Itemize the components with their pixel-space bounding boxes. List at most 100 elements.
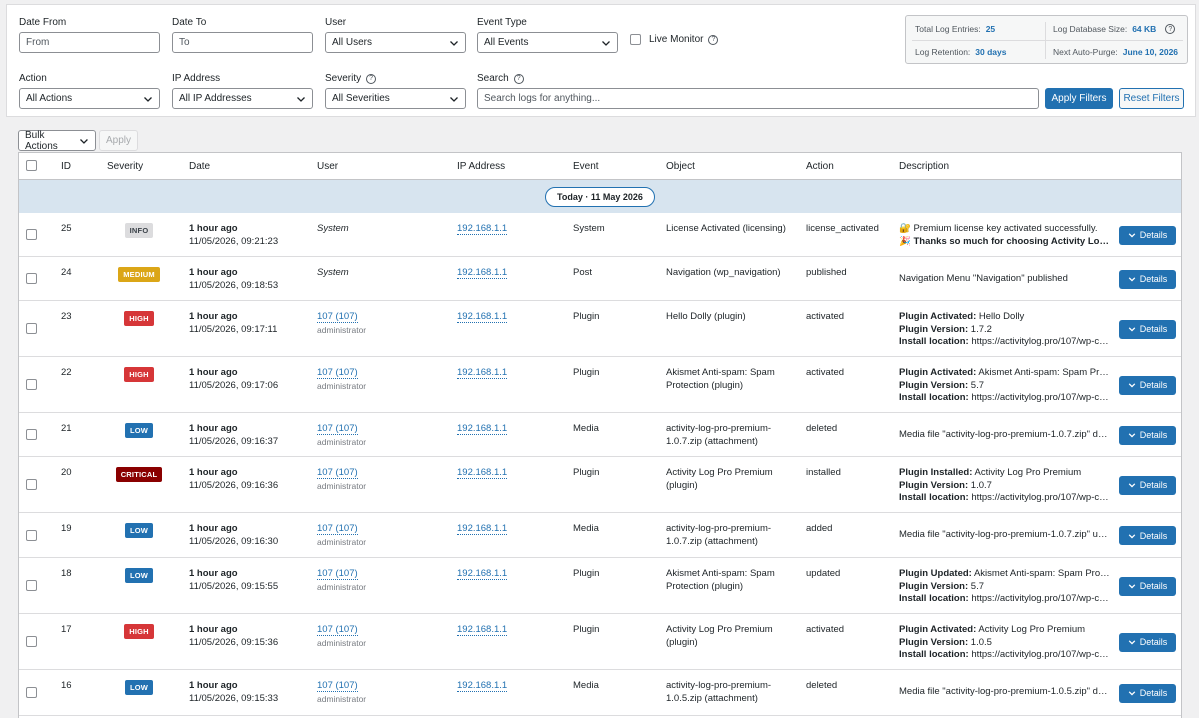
chevron-down-icon [450,96,458,102]
description-field-value: https://activitylog.pro/107/wp-content/p… [971,593,1111,604]
ip-link[interactable]: 192.168.1.1 [457,467,508,479]
description-field-label: Plugin Activated: [899,367,977,378]
ip-link[interactable]: 192.168.1.1 [457,568,508,580]
ip-address-select[interactable]: All IP Addresses [172,88,313,109]
severity-badge: LOW [124,523,154,538]
column-header-action[interactable]: Action [806,161,834,172]
event-type-label: Event Type [477,17,527,28]
action-cell: published [806,267,847,278]
chevron-down-icon [1128,533,1135,539]
ip-link[interactable]: 192.168.1.1 [457,367,508,379]
details-button[interactable]: Details [1119,319,1176,339]
column-header-event[interactable]: Event [573,161,599,172]
ip-link[interactable]: 192.168.1.1 [457,680,508,692]
column-header-object[interactable]: Object [666,161,695,172]
date-from-placeholder: From [26,37,50,48]
column-header-id[interactable]: ID [61,161,71,172]
apply-filters-button[interactable]: Apply Filters [1045,88,1113,109]
details-button[interactable]: Details [1119,526,1176,545]
details-button[interactable]: Details [1119,576,1176,596]
column-header-description[interactable]: Description [899,161,949,172]
help-icon[interactable]: ? [366,73,377,84]
chevron-down-icon [144,96,152,102]
event-type-select[interactable]: All Events [477,32,618,53]
row-checkbox[interactable] [26,529,37,541]
user-link[interactable]: 107 (107) [317,680,358,692]
search-input[interactable]: Search logs for anything... [477,88,1039,109]
details-label: Details [1139,230,1168,240]
details-button[interactable]: Details [1119,475,1176,495]
help-icon[interactable]: ? [708,34,719,45]
user-cell: 107 (107) administrator [317,367,366,393]
description-field-value: https://activitylog.pro/107/wp-content/p… [971,392,1111,403]
bulk-actions-select[interactable]: Bulk Actions [18,130,96,152]
details-label: Details [1139,637,1168,647]
timestamp: 11/05/2026, 09:18:53 [189,279,279,291]
user-link[interactable]: 107 (107) [317,568,358,580]
row-checkbox[interactable] [26,273,37,284]
action-select[interactable]: All Actions [19,88,160,109]
date-group-label[interactable]: Today · 11 May 2026 [545,186,655,207]
object-cell: Activity Log Pro Premium (plugin) [666,467,773,491]
description-field-label: Plugin Updated: [899,568,972,579]
event-cell: Media [573,680,599,691]
description-field-label: Plugin Installed: [899,467,973,478]
details-button[interactable]: Details [1119,632,1176,652]
bulk-apply-button[interactable]: Apply [99,130,138,151]
object-cell: activity-log-pro-premium-1.0.5.zip (atta… [666,680,772,704]
ip-link[interactable]: 192.168.1.1 [457,223,508,235]
ip-link[interactable]: 192.168.1.1 [457,311,508,323]
description-line: Plugin Updated: Akismet Anti-spam: Spam … [899,568,1111,581]
description-field-value: https://activitylog.pro/107/wp-content/p… [971,649,1111,660]
help-icon[interactable]: ? [1165,24,1176,34]
severity-filter-label-text: Severity [325,73,362,84]
row-checkbox[interactable] [26,229,37,240]
reset-filters-button[interactable]: Reset Filters [1119,88,1184,109]
description-line: Navigation Menu "Navigation" published [899,273,1068,284]
row-checkbox[interactable] [26,580,37,591]
event-cell: Plugin [573,624,600,635]
user-link[interactable]: 107 (107) [317,523,358,535]
user-link[interactable]: 107 (107) [317,311,358,323]
details-button[interactable]: Details [1119,425,1176,445]
user-link[interactable]: 107 (107) [317,624,358,636]
column-header-severity[interactable]: Severity [107,161,143,172]
row-checkbox[interactable] [26,479,37,490]
details-button[interactable]: Details [1119,375,1176,395]
details-button[interactable]: Details [1119,269,1176,289]
row-checkbox[interactable] [26,687,37,698]
action-cell: deleted [806,423,838,434]
user-select[interactable]: All Users [325,32,466,53]
user-link[interactable]: 107 (107) [317,423,358,435]
description-line: Plugin Installed: Activity Log Pro Premi… [899,467,1111,480]
select-all-checkbox[interactable] [26,160,37,171]
chevron-down-icon [80,138,88,144]
column-header-date[interactable]: Date [189,161,210,172]
details-button[interactable]: Details [1119,683,1176,703]
ip-link[interactable]: 192.168.1.1 [457,624,508,636]
row-checkbox[interactable] [26,636,37,647]
column-header-user[interactable]: User [317,161,338,172]
live-monitor-checkbox[interactable] [630,34,641,45]
chevron-down-icon [297,96,305,102]
ip-link[interactable]: 192.168.1.1 [457,267,508,279]
severity-select[interactable]: All Severities [325,88,466,109]
row-checkbox[interactable] [26,323,37,334]
description-line: Install location: https://activitylog.pr… [899,336,1111,349]
date-cell: 1 hour ago 11/05/2026, 09:21:23 [189,223,278,248]
user-link[interactable]: 107 (107) [317,467,358,479]
ip-select-value: All IP Addresses [179,93,252,104]
log-stats-box: Total Log Entries: 25 Log Database Size:… [905,15,1188,64]
ip-link[interactable]: 192.168.1.1 [457,523,508,535]
date-to-input[interactable]: To [172,32,313,53]
help-icon[interactable]: ? [513,73,524,84]
object-cell: Navigation (wp_navigation) [666,267,781,278]
row-checkbox[interactable] [26,429,37,440]
date-from-input[interactable]: From [19,32,160,53]
row-checkbox[interactable] [26,379,37,390]
user-link[interactable]: 107 (107) [317,367,358,379]
ip-link[interactable]: 192.168.1.1 [457,423,508,435]
details-button[interactable]: Details [1119,225,1176,245]
column-header-ip[interactable]: IP Address [457,161,505,172]
user-cell: 107 (107) administrator [317,568,366,594]
